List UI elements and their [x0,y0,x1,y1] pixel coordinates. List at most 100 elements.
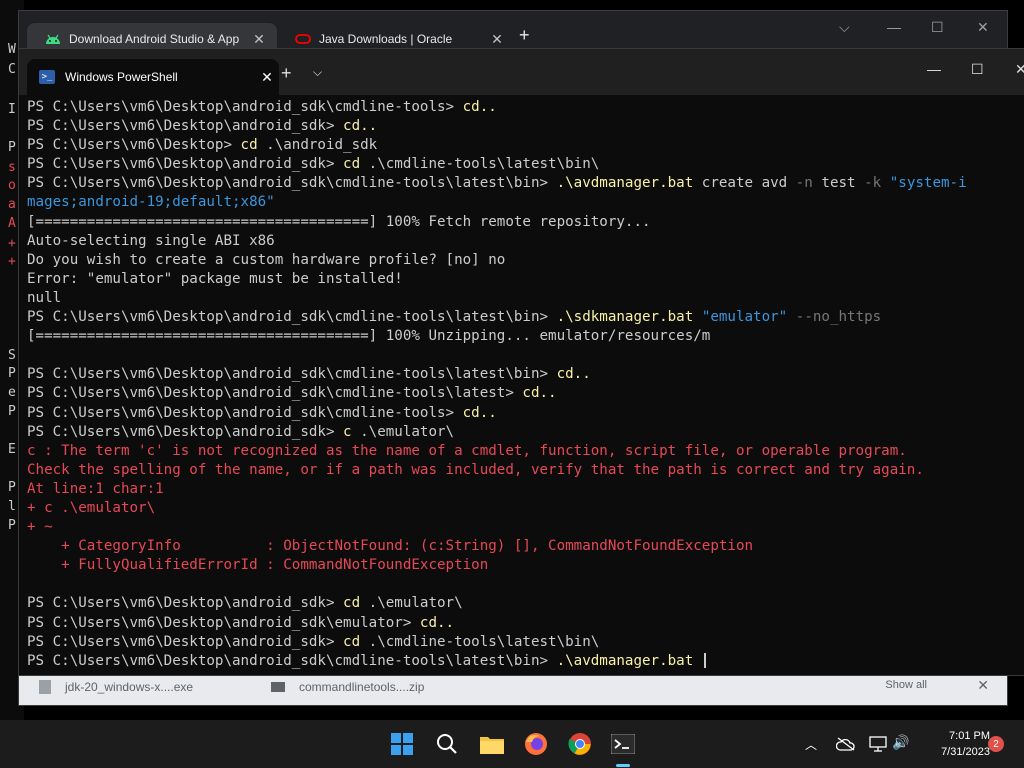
close-icon[interactable]: ✕ [249,31,269,48]
tab-search-icon[interactable]: ⌵ [839,19,850,36]
terminal-text: + FullyQualifiedErrorId : CommandNotFoun… [27,557,489,574]
terminal-text: + ~ [27,519,53,536]
terminal-text: .\emulator\ [351,423,455,440]
terminal-line: PS C:\Users\vm6\Desktop\android_sdk\cmdl… [27,404,1024,423]
terminal-text: [=======================================… [27,328,711,345]
terminal-text: cd.. [419,614,455,631]
cloud-offline-icon[interactable] [832,730,860,758]
terminal-text: PS C:\Users\vm6\Desktop\android_sdk> [27,423,344,440]
maximize-icon[interactable]: ☐ [971,61,984,78]
tab-title: Windows PowerShell [65,70,178,84]
terminal-line: + ~ [27,518,1024,537]
background-console-char: e [8,385,16,400]
chevron-down-icon[interactable]: ⌵ [313,65,322,80]
terminal-line: [=======================================… [27,213,1024,232]
clock-time: 7:01 PM [949,730,990,742]
terminal-text: PS C:\Users\vm6\Desktop\android_sdk\emul… [27,614,420,631]
taskbar: ︿ 🔊 7:01 PM 7/31/2023 [0,720,1024,768]
terminal-text: .\emulator\ [360,595,463,612]
show-all-button[interactable]: Show all [885,679,927,691]
terminal-line: c : The term 'c' is not recognized as th… [27,442,1024,461]
file-explorer-icon[interactable] [478,730,506,758]
close-icon[interactable]: ✕ [977,677,989,694]
close-icon[interactable]: ✕ [977,19,989,36]
terminal-text: cd.. [522,385,557,402]
background-console-char: W [8,42,16,57]
close-icon[interactable]: ✕ [487,31,507,48]
terminal-title-bar: >_ Windows PowerShell ✕ + ⌵ — ☐ ✕ [19,49,1024,95]
minimize-icon[interactable]: — [887,19,901,35]
search-icon[interactable] [433,730,461,758]
network-icon[interactable] [864,730,892,758]
terminal-text: PS C:\Users\vm6\Desktop\android_sdk> [27,595,344,612]
browser-tab-title: Download Android Studio & App [69,32,240,46]
browser-tab-title: Java Downloads | Oracle [319,32,453,46]
terminal-line: + CategoryInfo : ObjectNotFound: (c:Stri… [27,537,1024,556]
terminal-text: Check the spelling of the name, or if a … [27,461,924,478]
background-console-char: P [8,404,16,419]
terminal-text: .\avdmanager.bat [556,175,694,192]
terminal-text: PS C:\Users\vm6\Desktop\android_sdk\cmdl… [27,99,463,115]
terminal-line: PS C:\Users\vm6\Desktop\android_sdk> c .… [27,423,1024,442]
oracle-icon [295,31,311,47]
terminal-text: PS C:\Users\vm6\Desktop\android_sdk\cmdl… [27,652,557,669]
close-icon[interactable]: ✕ [1015,61,1024,78]
terminal-line: PS C:\Users\vm6\Desktop> cd .\android_sd… [27,136,1024,155]
terminal-line: mages;android-19;default;x86" [27,193,1024,212]
maximize-icon[interactable]: ☐ [931,19,944,36]
active-app-indicator [616,764,630,767]
terminal-line: Do you wish to create a custom hardware … [27,251,1024,270]
clock[interactable]: 7:01 PM 7/31/2023 [920,728,990,760]
terminal-text: PS C:\Users\vm6\Desktop\android_sdk\cmdl… [27,404,463,421]
terminal-text: -k [864,175,882,192]
clock-date: 7/31/2023 [941,746,990,758]
terminal-line: PS C:\Users\vm6\Desktop\android_sdk\cmdl… [27,365,1024,384]
terminal-text: --no_https [795,309,882,326]
terminal-line: PS C:\Users\vm6\Desktop\android_sdk> cd … [27,155,1024,174]
download-filename: jdk-20_windows-x....exe [65,680,194,694]
terminal-text: [=======================================… [27,213,651,230]
terminal-line: + FullyQualifiedErrorId : CommandNotFoun… [27,556,1024,575]
background-console-char: A [8,216,16,231]
terminal-output[interactable]: PS C:\Users\vm6\Desktop\android_sdk\cmdl… [27,98,1024,671]
terminal-text: PS C:\Users\vm6\Desktop\android_sdk> [27,633,344,650]
powershell-icon: >_ [39,70,55,84]
firefox-icon[interactable] [522,730,550,758]
windows-start-icon[interactable] [388,730,416,758]
terminal-line: null [27,289,1024,308]
background-console-char: l [8,499,16,514]
terminal-line: + c .\emulator\ [27,499,1024,518]
terminal-text: PS C:\Users\vm6\Desktop> [27,137,241,154]
volume-icon[interactable]: 🔊 [892,734,909,751]
terminal-text: c : The term 'c' is not recognized as th… [27,442,907,459]
background-console-char: + [8,254,16,269]
close-icon[interactable]: ✕ [255,69,279,86]
file-icon [271,682,285,692]
terminal-text: test [812,175,865,192]
terminal-line: PS C:\Users\vm6\Desktop\android_sdk> cd.… [27,117,1024,136]
background-console-char: + [8,236,16,251]
chrome-icon[interactable] [566,730,594,758]
background-console-char: P [8,366,16,381]
terminal-line: Auto-selecting single ABI x86 [27,232,1024,251]
terminal-icon[interactable] [609,730,637,758]
terminal-line: PS C:\Users\vm6\Desktop\android_sdk\cmdl… [27,652,1024,671]
new-tab-button[interactable]: + [281,63,292,84]
terminal-text: .\cmdline-tools\latest\bin\ [360,156,600,173]
minimize-icon[interactable]: — [927,61,941,77]
new-tab-button[interactable]: + [519,25,530,46]
chevron-up-icon[interactable]: ︿ [805,736,817,753]
tab-windows-powershell[interactable]: >_ Windows PowerShell ✕ [27,59,279,95]
terminal-text: .\sdkmanager.bat [556,309,694,326]
android-icon [45,31,61,47]
terminal-text: c [343,423,352,440]
background-console-char: o [8,178,16,193]
terminal-line: PS C:\Users\vm6\Desktop\android_sdk\cmdl… [27,384,1024,403]
notification-badge[interactable]: 2 [988,736,1004,752]
terminal-line: PS C:\Users\vm6\Desktop\android_sdk> cd … [27,594,1024,613]
download-filename: commandlinetools....zip [299,680,425,694]
